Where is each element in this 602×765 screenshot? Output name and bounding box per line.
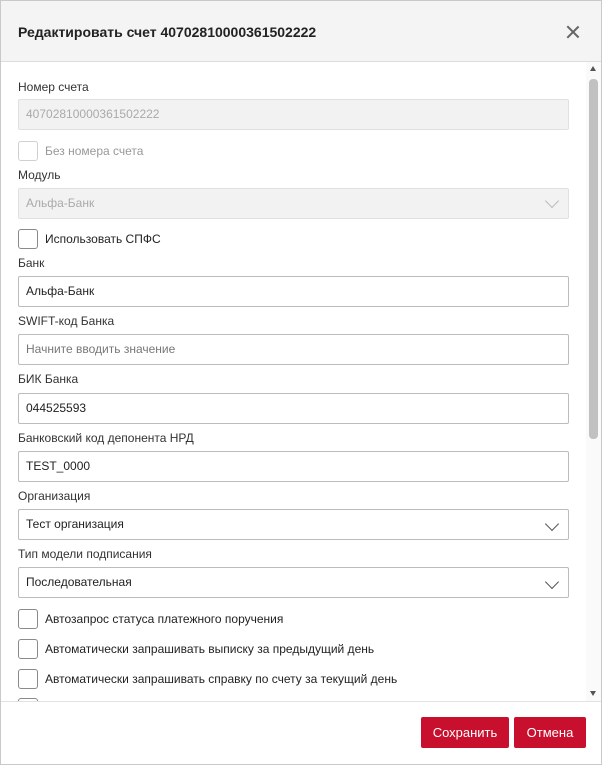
dialog-header: Редактировать счет 40702810000361502222 (1, 1, 601, 62)
bank-input[interactable]: Альфа-Банк (18, 276, 569, 307)
organization-select[interactable]: Тест организация (18, 509, 569, 540)
module-label: Модуль (18, 168, 61, 182)
module-select: Альфа-Банк (18, 188, 569, 219)
edit-account-dialog: Редактировать счет 40702810000361502222 … (0, 0, 602, 765)
no-account-number-checkbox (18, 141, 38, 161)
save-button[interactable]: Сохранить (421, 717, 509, 748)
scrollbar[interactable] (586, 62, 601, 701)
bik-label: БИК Банка (18, 372, 79, 386)
swift-label: SWIFT-код Банка (18, 314, 115, 328)
dialog-title: Редактировать счет 40702810000361502222 (18, 24, 317, 40)
cancel-button[interactable]: Отмена (514, 717, 586, 748)
chevron-down-icon (544, 193, 560, 209)
bank-label: Банк (18, 256, 45, 270)
auto-prev-statement-label: Автоматически запрашивать выписку за пре… (45, 642, 375, 656)
signing-model-select-value: Последовательная (26, 575, 132, 589)
signing-model-select[interactable]: Последовательная (18, 567, 569, 598)
use-spfs-label: Использовать СПФС (45, 232, 161, 246)
dialog-footer: Сохранить Отмена (1, 701, 601, 764)
use-spfs-checkbox[interactable] (18, 229, 38, 249)
auto-account-reference-label: Автоматически запрашивать справку по сче… (45, 672, 398, 686)
nrd-code-input[interactable]: TEST_0000 (18, 451, 569, 482)
swift-input[interactable]: Начните вводить значение (18, 334, 569, 365)
bik-input[interactable]: 044525593 (18, 393, 569, 424)
nrd-code-label: Банковский код депонента НРД (18, 431, 194, 445)
auto-prev-statement-checkbox[interactable] (18, 639, 38, 659)
scroll-down-arrow-icon[interactable] (590, 691, 596, 696)
auto-payment-status-label: Автозапрос статуса платежного поручения (45, 612, 284, 626)
chevron-down-icon (544, 516, 560, 532)
scrollbar-thumb[interactable] (589, 79, 598, 439)
auto-payment-status-checkbox[interactable] (18, 609, 38, 629)
scroll-up-arrow-icon[interactable] (590, 66, 596, 71)
auto-account-reference-checkbox[interactable] (18, 669, 38, 689)
no-account-number-label: Без номера счета (45, 144, 144, 158)
account-number-label: Номер счета (18, 80, 89, 94)
account-number-field: 40702810000361502222 (18, 99, 569, 130)
organization-select-value: Тест организация (26, 517, 124, 531)
signing-model-label: Тип модели подписания (18, 547, 152, 561)
module-select-value: Альфа-Банк (26, 196, 95, 210)
chevron-down-icon (544, 574, 560, 590)
organization-label: Организация (18, 489, 91, 503)
close-icon[interactable] (564, 23, 582, 41)
dialog-body: Номер счета 40702810000361502222 Без ном… (1, 62, 601, 701)
